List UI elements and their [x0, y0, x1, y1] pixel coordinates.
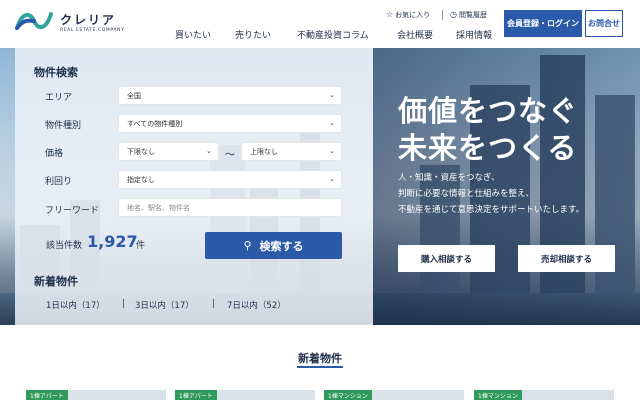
yield-label: 利回り: [45, 177, 73, 187]
property-type-tag: 1棟マンション: [324, 390, 372, 400]
logo[interactable]: クレリア REAL ESTATE COMPANY: [14, 8, 124, 38]
result-count-unit: 件: [136, 241, 146, 251]
site-header: クレリア REAL ESTATE COMPANY ☆ お気に入り ◷ 閲覧履歴 買い…: [0, 0, 640, 48]
property-card[interactable]: 1棟マンション: [324, 390, 464, 400]
result-count: 1,927: [87, 232, 138, 251]
sell-consult-button[interactable]: 売却相談する: [518, 245, 615, 272]
property-card[interactable]: 1棟アパート: [175, 390, 315, 400]
new-listings-7day-link[interactable]: 7日以内（52）: [227, 299, 286, 311]
hero-subcopy-line: 判断に必要な情報と仕組みを整え、: [398, 189, 535, 199]
chevron-down-icon: ⌄: [329, 91, 335, 99]
area-label: エリア: [45, 93, 73, 103]
area-value: 全国: [127, 91, 141, 100]
area-select[interactable]: 全国 ⌄: [118, 86, 342, 105]
search-icon: ⚲: [243, 239, 252, 252]
price-min-value: 下限なし: [127, 147, 155, 156]
property-type-select[interactable]: すべての物件種別 ⌄: [118, 114, 342, 133]
register-login-button[interactable]: 会員登録・ログイン: [504, 10, 582, 37]
keyword-label: フリーワード: [45, 206, 100, 216]
history-link[interactable]: ◷ 閲覧履歴: [450, 10, 487, 20]
contact-button[interactable]: お問合せ: [585, 10, 623, 37]
price-min-select[interactable]: 下限なし ⌄: [118, 142, 219, 161]
logo-mark-icon: [15, 12, 53, 30]
nav-company[interactable]: 会社概要: [397, 28, 433, 41]
new-listings-3day-link[interactable]: 3日以内（17）: [135, 299, 194, 311]
price-label: 価格: [45, 149, 64, 159]
search-button-label: 検索する: [259, 239, 304, 253]
star-icon: ☆: [386, 10, 394, 19]
clock-icon: ◷: [450, 10, 457, 19]
property-type-value: すべての物件種別: [127, 119, 183, 128]
favorites-link[interactable]: ☆ お気に入り: [386, 10, 430, 20]
buy-consult-button[interactable]: 購入相談する: [398, 245, 495, 272]
result-count-label: 該当件数: [46, 241, 83, 251]
hero-subcopy-line: 不動産を通じて意思決定をサポートいたします。: [398, 205, 585, 215]
price-max-value: 上限なし: [250, 147, 278, 156]
logo-name: クレリア: [60, 13, 117, 27]
nav-investment-column[interactable]: 不動産投資コラム: [297, 28, 369, 41]
new-listings-title: 新着物件: [34, 275, 78, 288]
favorites-label: お気に入り: [395, 11, 431, 19]
logo-subtitle: REAL ESTATE COMPANY: [60, 28, 125, 33]
link-divider: |: [212, 299, 215, 309]
hero-catchcopy-line1: 価値をつなぐ: [398, 94, 579, 128]
property-type-tag: 1棟アパート: [26, 390, 68, 400]
yield-value: 指定なし: [127, 175, 155, 184]
chevron-down-icon: ⌄: [329, 147, 335, 155]
new-listings-1day-link[interactable]: 1日以内（17）: [46, 299, 105, 311]
hero: 物件検索 エリア 全国 ⌄ 物件種別 すべての物件種別 ⌄ 価格 下限なし ⌄ …: [0, 48, 640, 325]
section-title: 新着物件: [298, 352, 342, 365]
nav-recruit[interactable]: 採用情報: [456, 28, 492, 41]
chevron-down-icon: ⌄: [329, 119, 335, 127]
yield-select[interactable]: 指定なし ⌄: [118, 170, 342, 189]
price-range-separator: 〜: [225, 150, 235, 161]
property-type-tag: 1棟マンション: [474, 390, 522, 400]
price-max-select[interactable]: 上限なし ⌄: [241, 142, 342, 161]
nav-sell[interactable]: 売りたい: [235, 28, 271, 41]
link-divider: |: [122, 299, 125, 309]
property-card[interactable]: 1棟マンション: [474, 390, 614, 400]
search-panel: 物件検索 エリア 全国 ⌄ 物件種別 すべての物件種別 ⌄ 価格 下限なし ⌄ …: [15, 48, 373, 325]
property-type-tag: 1棟アパート: [175, 390, 217, 400]
property-card[interactable]: 1棟アパート: [26, 390, 166, 400]
nav-buy[interactable]: 買いたい: [175, 28, 211, 41]
section-title-underline: [297, 366, 343, 368]
search-panel-title: 物件検索: [34, 66, 78, 79]
hero-catchcopy-line2: 未来をつくる: [398, 131, 578, 165]
search-button[interactable]: ⚲ 検索する: [205, 232, 342, 259]
chevron-down-icon: ⌄: [206, 147, 212, 155]
chevron-down-icon: ⌄: [329, 175, 335, 183]
keyword-input[interactable]: 地名、駅名、物件名: [118, 198, 342, 217]
type-label: 物件種別: [45, 121, 82, 131]
hero-subcopy-line: 人・知識・資産をつなぎ、: [398, 173, 500, 183]
util-divider: [442, 10, 443, 20]
history-label: 閲覧履歴: [458, 11, 487, 19]
